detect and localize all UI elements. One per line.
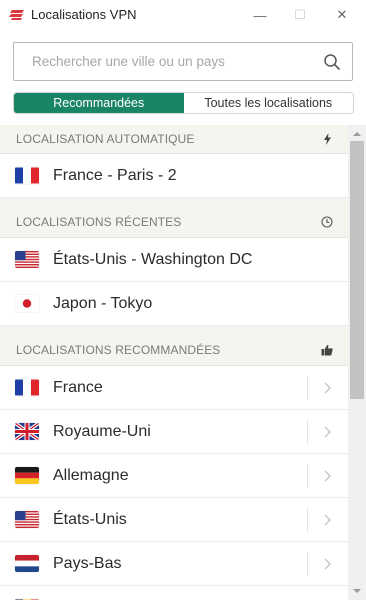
flag-us-icon <box>15 251 39 268</box>
location-label: États-Unis <box>53 510 127 528</box>
search-input[interactable] <box>14 43 314 80</box>
location-label: France <box>53 378 103 396</box>
location-tabs: Recommandées Toutes les localisations <box>13 92 354 114</box>
row-divider <box>307 420 308 444</box>
minimize-button[interactable]: — <box>240 0 280 30</box>
location-row-recent[interactable]: Japon - Tokyo <box>0 282 348 326</box>
title-bar: Localisations VPN — ☐ ✕ <box>0 0 366 30</box>
chevron-right-icon[interactable] <box>320 511 334 529</box>
row-divider <box>307 552 308 576</box>
window-title: Localisations VPN <box>31 7 137 22</box>
maximize-button[interactable]: ☐ <box>280 0 320 30</box>
scroll-down-icon[interactable] <box>348 584 366 598</box>
row-divider <box>307 508 308 532</box>
row-divider <box>307 464 308 488</box>
location-row-recommended[interactable]: France <box>0 366 348 410</box>
location-label: Royaume-Uni <box>53 422 151 440</box>
tab-all-locations[interactable]: Toutes les localisations <box>184 93 354 113</box>
section-header-auto: LOCALISATION AUTOMATIQUE <box>0 125 348 154</box>
chevron-right-icon[interactable] <box>320 467 334 485</box>
search-box <box>13 42 353 81</box>
location-row-recommended[interactable]: Allemagne <box>0 454 348 498</box>
section-header-recommended: LOCALISATIONS RECOMMANDÉES <box>0 326 348 366</box>
location-row-auto[interactable]: France - Paris - 2 <box>0 154 348 198</box>
flag-fr-icon <box>15 379 39 396</box>
flag-uk-icon <box>15 423 39 440</box>
thumbs-up-icon <box>321 344 333 356</box>
app-logo-icon <box>9 10 24 20</box>
flag-fr-icon <box>15 167 39 184</box>
flag-nl-icon <box>15 555 39 572</box>
tab-recommended[interactable]: Recommandées <box>14 93 184 113</box>
flag-jp-icon <box>15 295 39 312</box>
location-label: Allemagne <box>53 466 129 484</box>
section-title: LOCALISATIONS RÉCENTES <box>16 214 182 229</box>
location-list: LOCALISATION AUTOMATIQUE France - Paris … <box>0 125 348 600</box>
scrollbar-thumb[interactable] <box>350 141 364 399</box>
location-label: Pays-Bas <box>53 554 122 572</box>
close-button[interactable]: ✕ <box>322 0 362 30</box>
location-row-recent[interactable]: États-Unis - Washington DC <box>0 238 348 282</box>
clock-icon <box>321 215 333 228</box>
location-row-recommended[interactable]: Royaume-Uni <box>0 410 348 454</box>
location-row-partial[interactable] <box>0 586 348 600</box>
lightning-icon <box>321 133 333 145</box>
location-label: France - Paris - 2 <box>53 166 177 184</box>
section-header-recent: LOCALISATIONS RÉCENTES <box>0 198 348 238</box>
flag-us-icon <box>15 511 39 528</box>
location-label: Japon - Tokyo <box>53 294 153 312</box>
row-divider <box>307 376 308 400</box>
section-title: LOCALISATION AUTOMATIQUE <box>16 132 195 146</box>
chevron-right-icon[interactable] <box>320 423 334 441</box>
chevron-right-icon[interactable] <box>320 555 334 573</box>
location-row-recommended[interactable]: Pays-Bas <box>0 542 348 586</box>
minimize-icon: — <box>253 7 267 23</box>
flag-de-icon <box>15 467 39 484</box>
scroll-up-icon[interactable] <box>348 127 366 141</box>
location-row-recommended[interactable]: États-Unis <box>0 498 348 542</box>
maximize-icon: ☐ <box>294 7 306 22</box>
location-label: États-Unis - Washington DC <box>53 250 253 268</box>
close-icon: ✕ <box>336 7 348 22</box>
chevron-right-icon[interactable] <box>320 379 334 397</box>
search-icon[interactable] <box>323 53 341 71</box>
section-title: LOCALISATIONS RECOMMANDÉES <box>16 342 221 357</box>
